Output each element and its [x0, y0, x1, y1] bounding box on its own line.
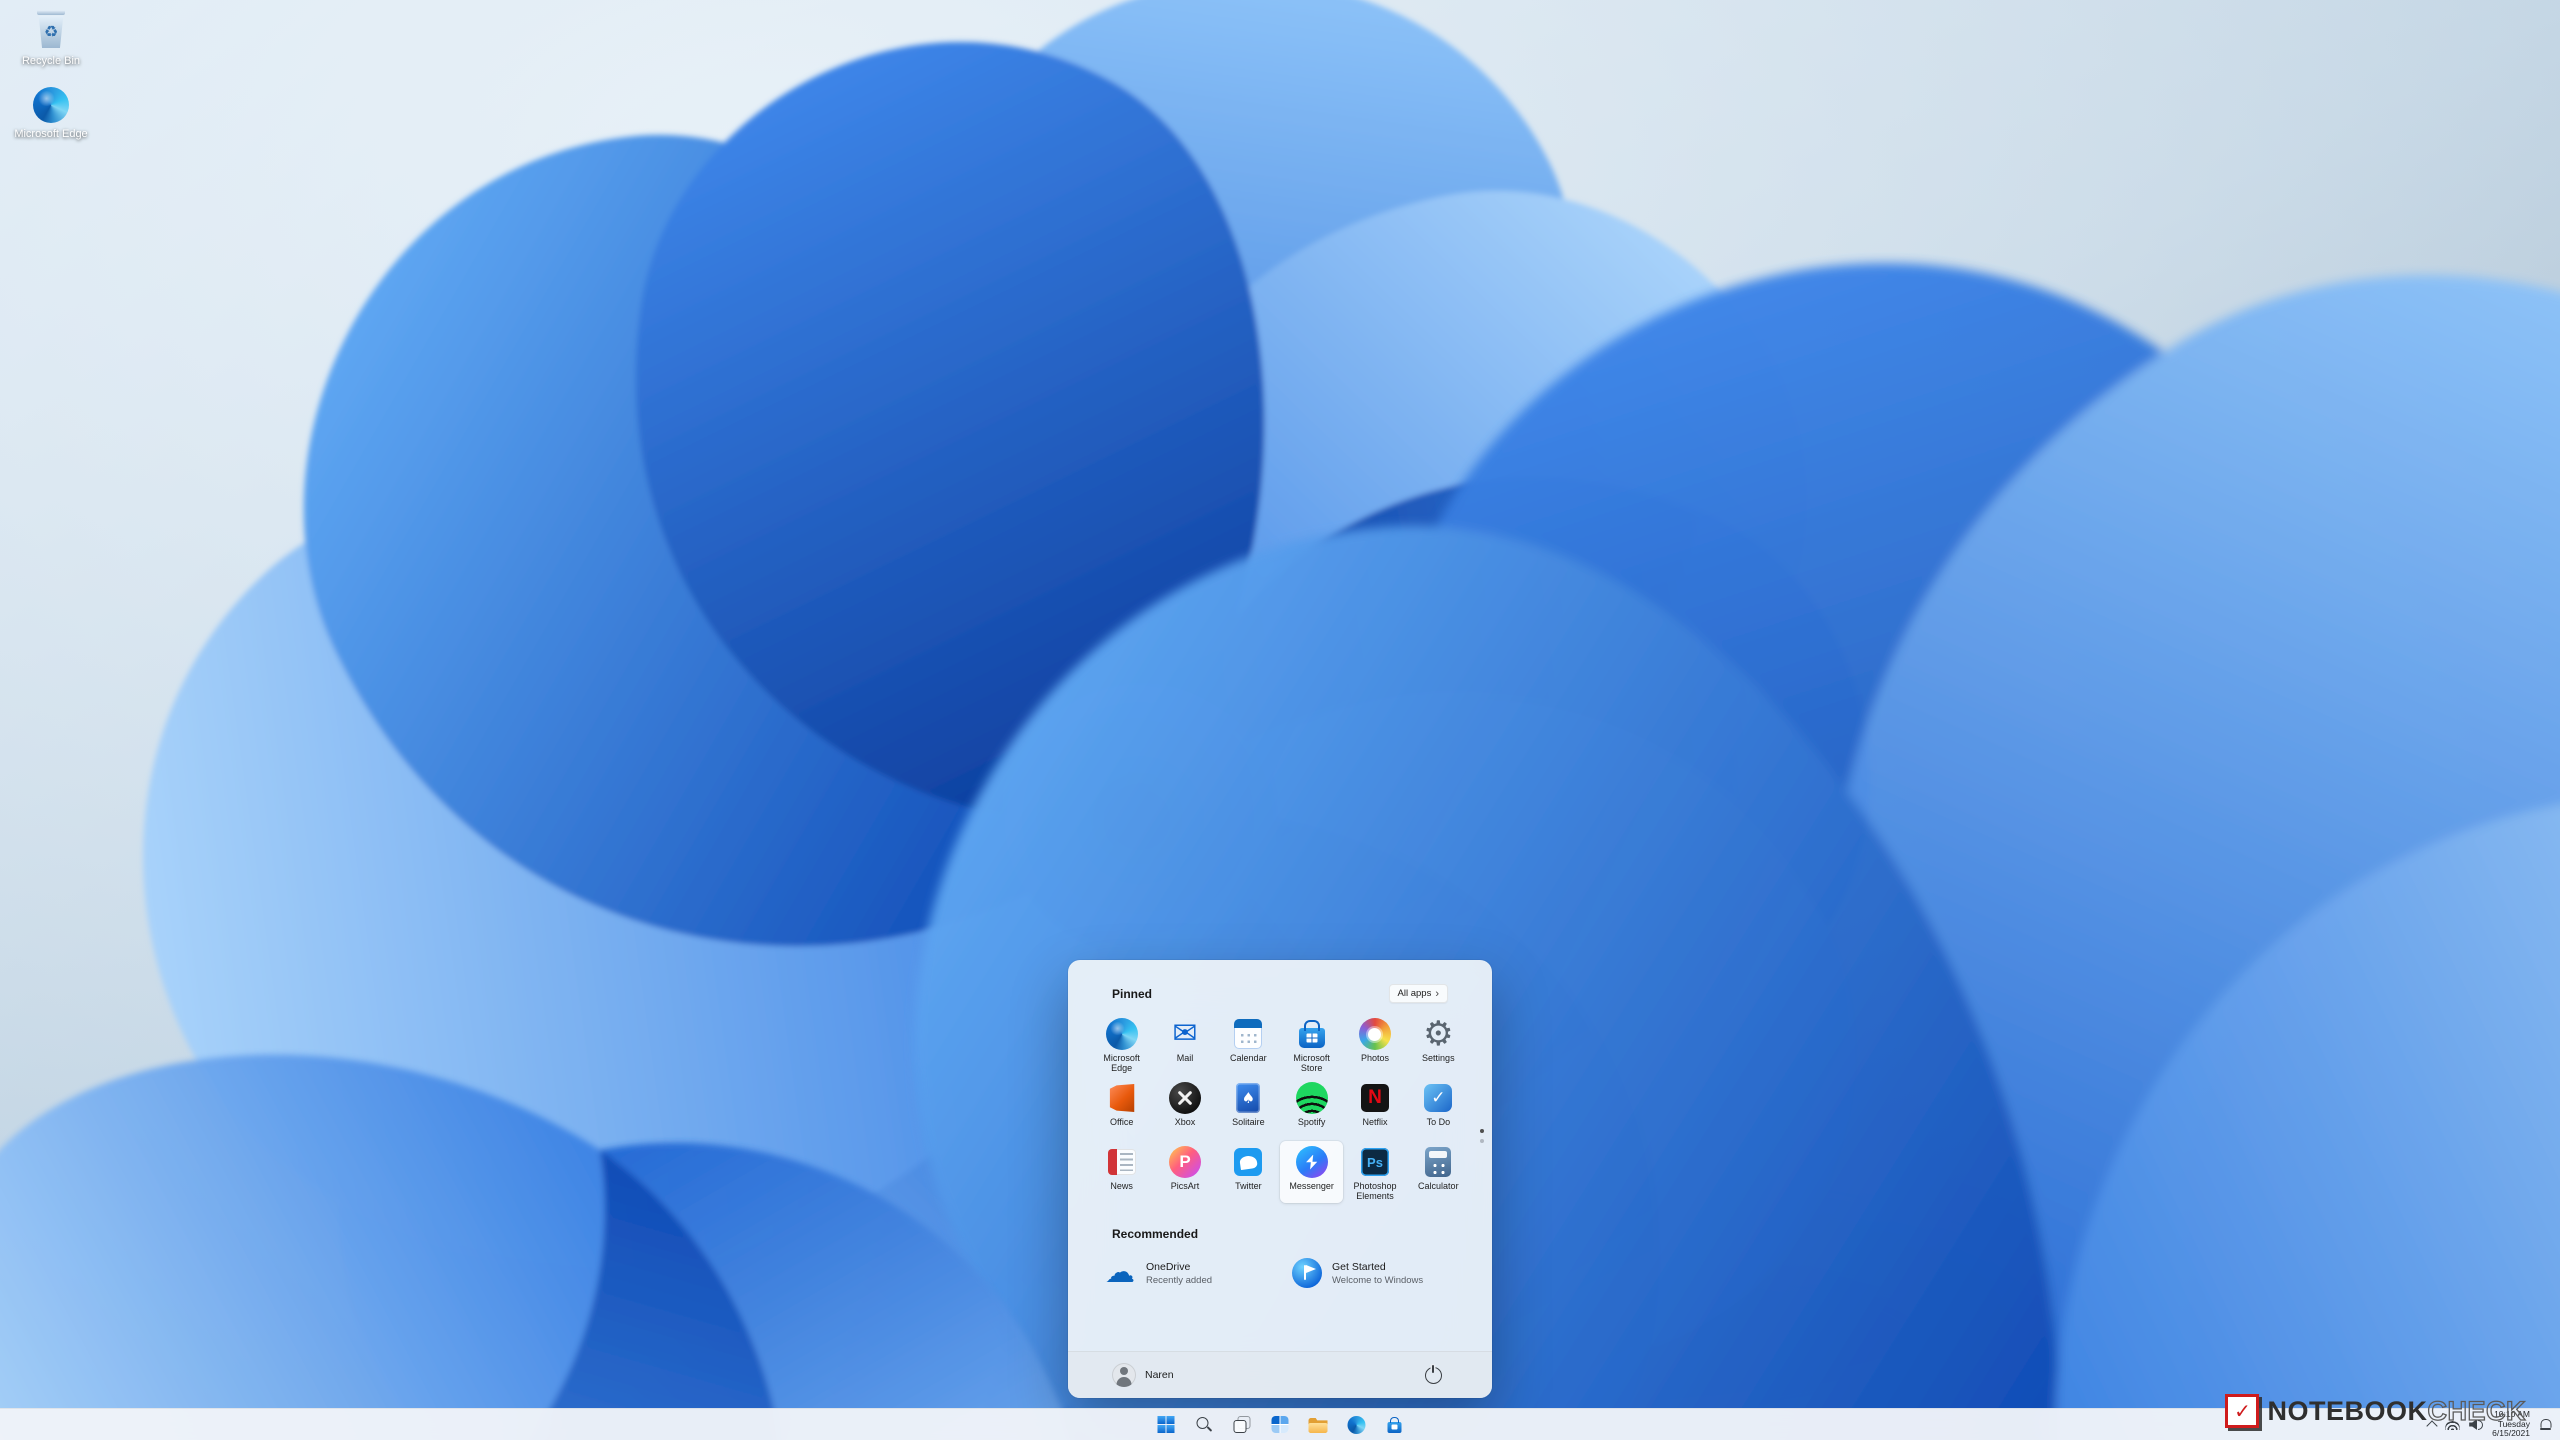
pinned-app-mail[interactable]: Mail [1153, 1013, 1216, 1075]
pinned-app-office[interactable]: Office [1090, 1077, 1153, 1139]
pinned-app-photoshop-elements[interactable]: Photoshop Elements [1343, 1141, 1406, 1203]
desktop-icon-label: Recycle Bin [21, 55, 81, 67]
desktop-icon-recycle-bin[interactable]: Recycle Bin [6, 10, 96, 67]
file-explorer-button[interactable] [1304, 1412, 1333, 1438]
pinned-section-title: Pinned [1112, 986, 1153, 1001]
recommended-item-get-started[interactable]: Get Started Welcome to Windows [1280, 1249, 1468, 1297]
pinned-app-to-do[interactable]: To Do [1407, 1077, 1470, 1139]
pinned-app-settings[interactable]: Settings [1407, 1013, 1470, 1075]
edge-taskbar-button[interactable] [1342, 1412, 1371, 1438]
recommended-list: OneDrive Recently added Get Started Welc… [1092, 1249, 1468, 1297]
notebookcheck-logo-icon [2225, 1394, 2260, 1428]
solitaire-icon [1236, 1083, 1261, 1113]
desktop-icon-microsoft-edge[interactable]: Microsoft Edge [6, 87, 96, 140]
messenger-icon [1295, 1146, 1328, 1178]
start-menu: Pinned All apps Microsoft Edge Mail Cale… [1068, 960, 1492, 1398]
widgets-button[interactable] [1266, 1412, 1295, 1438]
pinned-app-netflix[interactable]: Netflix [1343, 1077, 1406, 1139]
twitter-icon [1234, 1148, 1263, 1176]
news-icon [1107, 1149, 1136, 1175]
start-menu-footer: Naren [1068, 1351, 1492, 1398]
pinned-apps-grid: Microsoft Edge Mail Calendar Microsoft S… [1090, 1013, 1484, 1203]
power-button[interactable] [1420, 1362, 1446, 1388]
task-view-button[interactable] [1228, 1412, 1257, 1438]
get-started-icon [1292, 1258, 1322, 1288]
task-view-icon [1233, 1416, 1251, 1433]
microsoft-edge-icon [1105, 1018, 1138, 1050]
windows-logo-icon [1157, 1415, 1175, 1434]
pinned-app-news[interactable]: News [1090, 1141, 1153, 1203]
user-name: Naren [1145, 1369, 1174, 1381]
pinned-app-microsoft-edge[interactable]: Microsoft Edge [1090, 1013, 1153, 1075]
desktop-icon-area: Recycle Bin Microsoft Edge [6, 10, 96, 140]
watermark-text: NOTEBOOKCHECK [2267, 1395, 2526, 1426]
settings-gear-icon [1422, 1018, 1454, 1050]
microsoft-edge-icon [1347, 1415, 1365, 1434]
microsoft-store-icon [1387, 1421, 1401, 1433]
windows-11-desktop: Recycle Bin Microsoft Edge Pinned All ap… [0, 0, 2560, 1440]
onedrive-cloud-icon [1104, 1257, 1136, 1289]
mail-icon [1169, 1018, 1201, 1050]
pinned-app-twitter[interactable]: Twitter [1217, 1141, 1280, 1203]
notebookcheck-watermark: NOTEBOOKCHECK [2225, 1394, 2526, 1428]
pinned-app-solitaire[interactable]: Solitaire [1217, 1077, 1280, 1139]
microsoft-store-icon [1298, 1028, 1325, 1048]
start-menu-header: Pinned All apps [1112, 984, 1448, 1003]
pagination-dot[interactable] [1480, 1139, 1484, 1143]
photos-icon [1358, 1018, 1391, 1050]
user-profile-button[interactable]: Naren [1112, 1363, 1174, 1387]
desktop-icon-label: Microsoft Edge [14, 128, 88, 140]
photoshop-elements-icon [1360, 1148, 1389, 1176]
spotify-icon [1295, 1082, 1328, 1114]
power-icon [1424, 1366, 1442, 1384]
pinned-app-calculator[interactable]: Calculator [1407, 1141, 1470, 1203]
clock-date: 6/15/2021 [2492, 1428, 2530, 1439]
widgets-icon [1271, 1416, 1289, 1433]
pinned-pagination [1480, 1129, 1484, 1143]
pinned-app-xbox[interactable]: Xbox [1153, 1077, 1216, 1139]
pinned-app-picsart[interactable]: PicsArt [1153, 1141, 1216, 1203]
notification-bell-icon[interactable] [2539, 1418, 2552, 1431]
folder-icon [1308, 1418, 1328, 1433]
start-button[interactable] [1152, 1412, 1181, 1438]
microsoft-edge-icon [33, 87, 69, 123]
calculator-icon [1425, 1147, 1452, 1177]
netflix-icon [1360, 1084, 1389, 1112]
recommended-item-onedrive[interactable]: OneDrive Recently added [1092, 1249, 1280, 1297]
pinned-app-messenger[interactable]: Messenger [1279, 1141, 1344, 1203]
taskbar-center-icons [1152, 1409, 1409, 1440]
pinned-app-spotify[interactable]: Spotify [1280, 1077, 1343, 1139]
recycle-bin-icon [33, 10, 69, 50]
to-do-icon [1424, 1084, 1453, 1112]
picsart-icon [1168, 1146, 1201, 1178]
user-avatar [1112, 1363, 1136, 1387]
pagination-dot-active[interactable] [1480, 1129, 1484, 1133]
pinned-app-calendar[interactable]: Calendar [1217, 1013, 1280, 1075]
recommended-section-title: Recommended [1112, 1227, 1199, 1241]
all-apps-label: All apps [1397, 988, 1432, 999]
store-taskbar-button[interactable] [1380, 1412, 1409, 1438]
all-apps-button[interactable]: All apps [1388, 984, 1448, 1003]
office-icon [1109, 1084, 1135, 1112]
pinned-app-microsoft-store[interactable]: Microsoft Store [1280, 1013, 1343, 1075]
search-button[interactable] [1190, 1412, 1219, 1438]
search-icon [1196, 1416, 1213, 1433]
pinned-app-photos[interactable]: Photos [1343, 1013, 1406, 1075]
taskbar: 10:10 AM Tuesday 6/15/2021 [0, 1408, 2560, 1440]
xbox-icon [1168, 1082, 1201, 1114]
calendar-icon [1234, 1019, 1263, 1049]
